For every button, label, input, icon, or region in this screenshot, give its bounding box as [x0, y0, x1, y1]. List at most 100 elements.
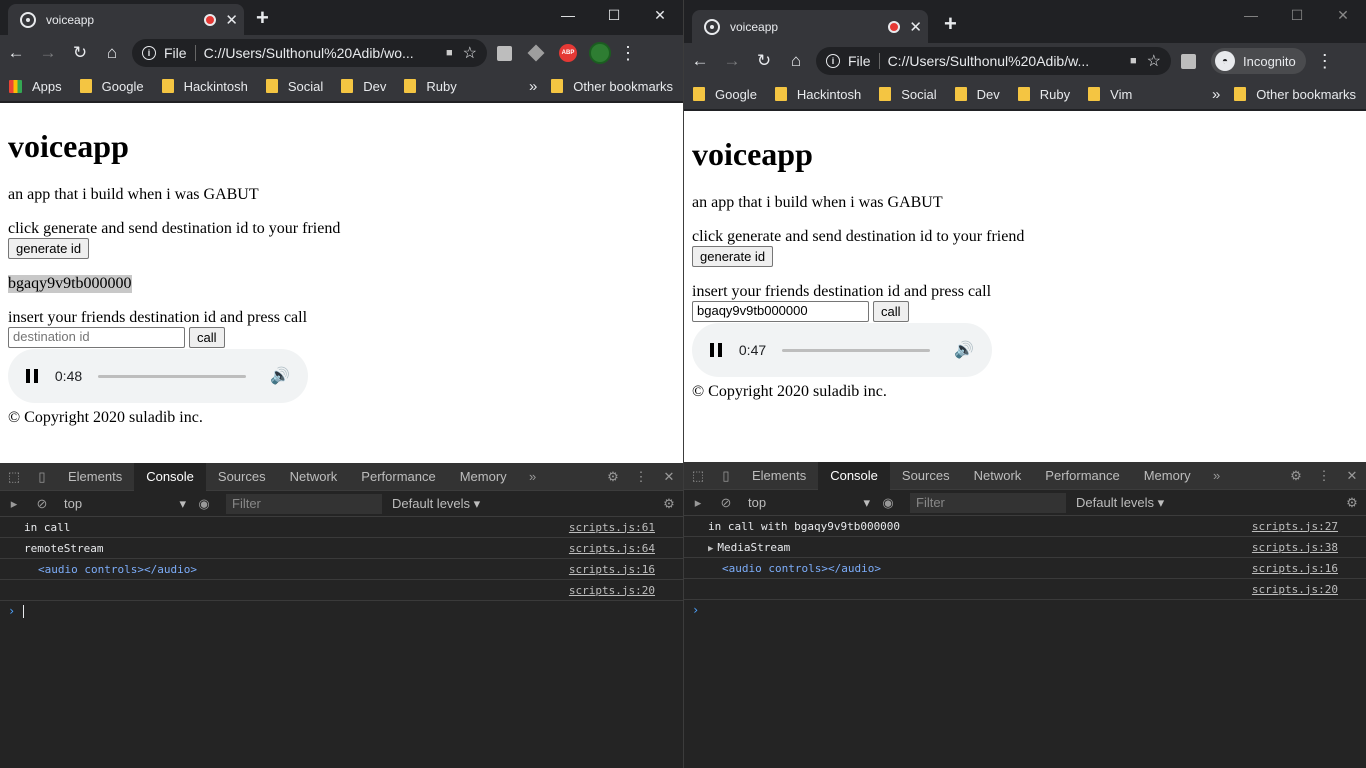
extension-layers-icon[interactable]: [521, 38, 551, 68]
log-source-link[interactable]: scripts.js:16: [569, 563, 655, 576]
tab-sources[interactable]: Sources: [206, 463, 278, 491]
filter-input[interactable]: Filter: [910, 492, 1066, 513]
bookmark-dev[interactable]: Dev: [332, 79, 395, 94]
volume-icon[interactable]: 🔊: [270, 366, 290, 386]
incognito-indicator[interactable]: ◓ Incognito: [1211, 48, 1306, 74]
maximize-icon[interactable]: ☐: [1274, 0, 1320, 30]
eye-icon[interactable]: ◉: [190, 490, 218, 518]
call-button[interactable]: call: [873, 301, 909, 322]
more-tabs-icon[interactable]: »: [1203, 462, 1231, 490]
tab-memory[interactable]: Memory: [448, 463, 519, 491]
url-text[interactable]: C://Users/Sulthonul%20Adib/wo...: [204, 45, 440, 61]
tab-console[interactable]: Console: [134, 462, 206, 491]
tab-network[interactable]: Network: [962, 462, 1034, 490]
reload-icon[interactable]: ↻: [64, 38, 96, 68]
close-tab-icon[interactable]: ✕: [225, 11, 238, 29]
devtools-menu-icon[interactable]: ⋮: [627, 463, 655, 491]
close-devtools-icon[interactable]: ✕: [1338, 462, 1366, 490]
context-select[interactable]: top ▾: [740, 495, 874, 511]
log-source-link[interactable]: scripts.js:64: [569, 542, 655, 555]
device-toggle-icon[interactable]: ▯: [28, 463, 56, 491]
browser-tab[interactable]: voiceapp ✕: [692, 10, 928, 43]
sidebar-toggle-icon[interactable]: ▸: [684, 489, 712, 517]
destination-id-input[interactable]: destination id: [8, 327, 185, 348]
menu-icon[interactable]: ⋮: [615, 43, 641, 64]
log-object[interactable]: ▶ MediaStream: [708, 541, 790, 554]
home-icon[interactable]: ⌂: [96, 38, 128, 68]
bookmark-google[interactable]: Google: [684, 87, 766, 102]
sidebar-toggle-icon[interactable]: ▸: [0, 490, 28, 518]
info-icon[interactable]: i: [826, 54, 840, 68]
log-element[interactable]: <audio controls></audio>: [708, 562, 881, 575]
back-icon[interactable]: ←: [0, 38, 32, 68]
bookmark-ruby[interactable]: Ruby: [395, 79, 465, 94]
tab-elements[interactable]: Elements: [56, 463, 134, 491]
generate-id-button[interactable]: generate id: [692, 246, 774, 267]
new-tab-button[interactable]: +: [944, 11, 957, 37]
console-prompt[interactable]: ›: [0, 601, 683, 621]
audio-progress-bar[interactable]: [782, 348, 931, 352]
close-window-icon[interactable]: ✕: [1320, 0, 1366, 30]
generate-id-button[interactable]: generate id: [8, 238, 90, 259]
console-settings-icon[interactable]: ⚙: [655, 490, 683, 518]
filter-input[interactable]: Filter: [226, 493, 382, 514]
pause-icon[interactable]: [710, 343, 722, 357]
settings-icon[interactable]: ⚙: [599, 463, 627, 491]
menu-icon[interactable]: ⋮: [1312, 51, 1338, 72]
destination-id-input[interactable]: bgaqy9v9tb000000: [692, 301, 869, 322]
other-bookmarks[interactable]: Other bookmarks: [1230, 87, 1366, 102]
log-source-link[interactable]: scripts.js:20: [569, 584, 655, 597]
minimize-icon[interactable]: —: [545, 0, 591, 30]
log-element[interactable]: <audio controls></audio>: [24, 563, 197, 576]
tab-network[interactable]: Network: [278, 463, 350, 491]
expand-triangle-icon[interactable]: ▶: [708, 544, 713, 554]
clear-console-icon[interactable]: ⊘: [712, 489, 740, 517]
bookmark-ruby[interactable]: Ruby: [1009, 87, 1079, 102]
audio-progress-bar[interactable]: [98, 374, 247, 378]
close-tab-icon[interactable]: ✕: [909, 18, 922, 36]
avatar[interactable]: [585, 38, 615, 68]
log-source-link[interactable]: scripts.js:27: [1252, 520, 1338, 533]
tab-elements[interactable]: Elements: [740, 462, 818, 490]
bookmark-hackintosh[interactable]: Hackintosh: [766, 87, 870, 102]
log-source-link[interactable]: scripts.js:38: [1252, 541, 1338, 554]
reload-icon[interactable]: ↻: [748, 46, 780, 76]
volume-icon[interactable]: 🔊: [954, 340, 974, 360]
tab-console[interactable]: Console: [818, 461, 890, 490]
other-bookmarks[interactable]: Other bookmarks: [547, 79, 683, 94]
more-tabs-icon[interactable]: »: [519, 463, 547, 491]
star-icon[interactable]: ☆: [1147, 51, 1161, 71]
bookmark-dev[interactable]: Dev: [946, 87, 1009, 102]
maximize-icon[interactable]: ☐: [591, 0, 637, 30]
eye-icon[interactable]: ◉: [874, 489, 902, 517]
context-select[interactable]: top ▾: [56, 496, 190, 512]
star-icon[interactable]: ☆: [463, 43, 477, 63]
more-bookmarks-icon[interactable]: »: [1202, 86, 1230, 103]
address-bar[interactable]: i File C://Users/Sulthonul%20Adib/wo... …: [132, 39, 487, 67]
settings-icon[interactable]: ⚙: [1282, 462, 1310, 490]
close-window-icon[interactable]: ✕: [637, 0, 683, 30]
tab-memory[interactable]: Memory: [1132, 462, 1203, 490]
more-bookmarks-icon[interactable]: »: [519, 78, 547, 95]
adblock-icon[interactable]: ABP: [553, 38, 583, 68]
browser-tab[interactable]: voiceapp ✕: [8, 4, 244, 35]
bookmark-vim[interactable]: Vim: [1079, 87, 1141, 102]
log-source-link[interactable]: scripts.js:16: [1252, 562, 1338, 575]
extension-puzzle-icon[interactable]: [489, 38, 519, 68]
bookmark-google[interactable]: Google: [71, 79, 153, 94]
bookmark-hackintosh[interactable]: Hackintosh: [153, 79, 257, 94]
bookmark-social[interactable]: Social: [870, 87, 945, 102]
tab-sources[interactable]: Sources: [890, 462, 962, 490]
camera-icon[interactable]: ■: [446, 47, 453, 59]
pause-icon[interactable]: [26, 369, 38, 383]
new-tab-button[interactable]: +: [256, 5, 269, 31]
log-source-link[interactable]: scripts.js:61: [569, 521, 655, 534]
minimize-icon[interactable]: —: [1228, 0, 1274, 30]
bookmark-apps[interactable]: Apps: [0, 79, 71, 94]
bookmark-social[interactable]: Social: [257, 79, 332, 94]
info-icon[interactable]: i: [142, 46, 156, 60]
camera-icon[interactable]: ■: [1130, 55, 1137, 67]
device-toggle-icon[interactable]: ▯: [712, 462, 740, 490]
extension-puzzle-icon[interactable]: [1173, 46, 1203, 76]
inspect-icon[interactable]: ⬚: [0, 463, 28, 491]
